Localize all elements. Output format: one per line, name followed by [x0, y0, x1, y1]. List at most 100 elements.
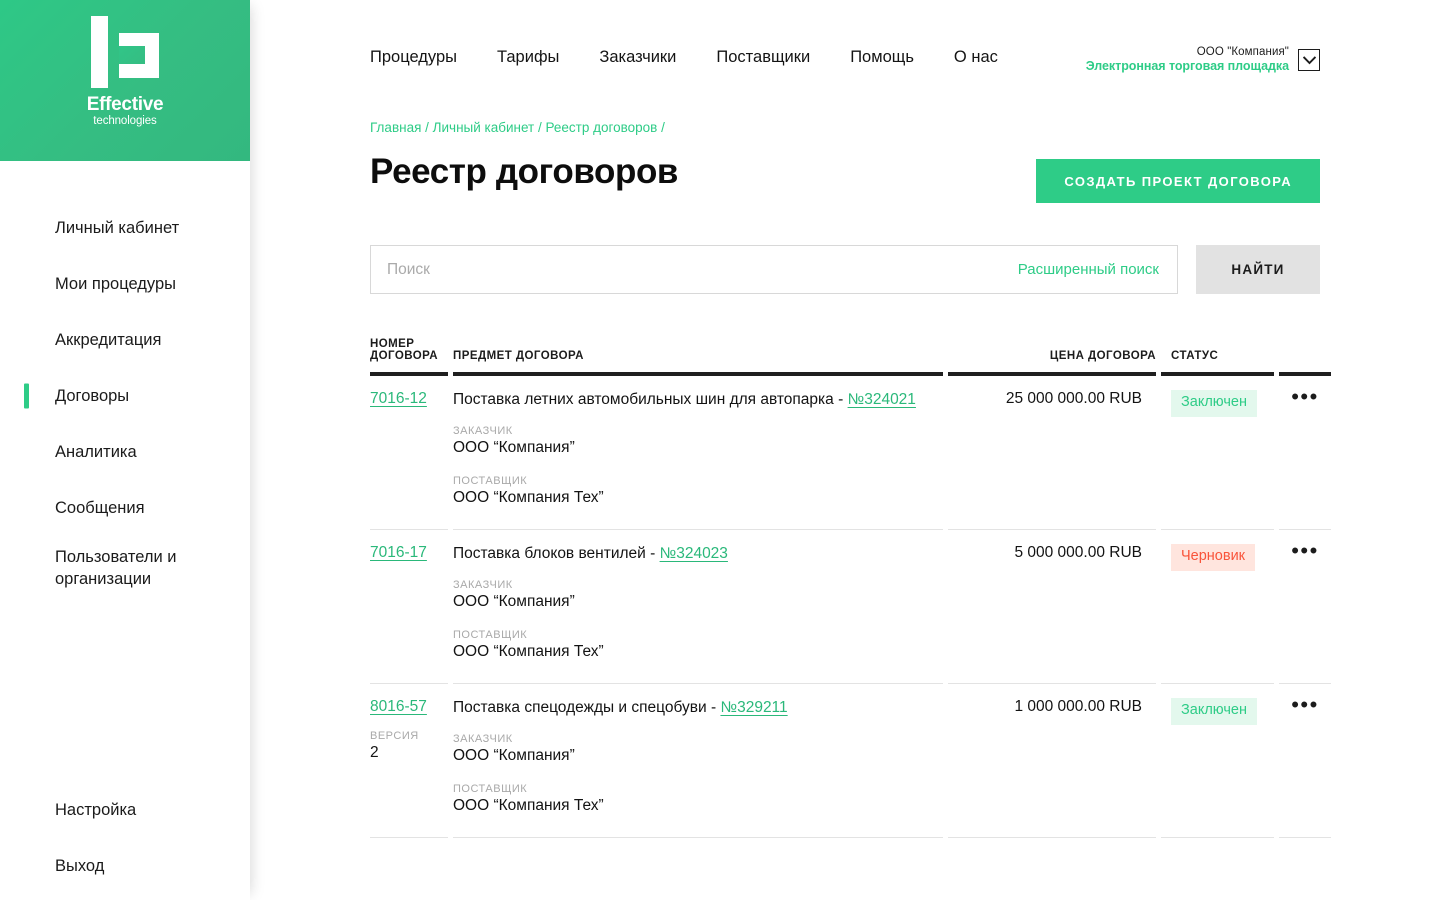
topnav-item-help[interactable]: Помощь [850, 48, 914, 67]
sidebar-item-analytics[interactable]: Аналитика [0, 424, 250, 480]
breadcrumb-separator: / [421, 120, 433, 135]
subject-procedure-link[interactable]: №324023 [660, 545, 728, 562]
value-supplier: ООО “Компания Тех” [453, 488, 604, 506]
column-header-price: ЦЕНА ДОГОВОРА [948, 338, 1156, 376]
contract-number-link[interactable]: 8016-57 [370, 698, 427, 715]
subject-description: Поставка блоков вентилей - [453, 544, 660, 562]
active-marker [24, 383, 29, 409]
cell-price: 25 000 000.00 RUB [948, 374, 1156, 530]
more-options-icon[interactable]: ••• [1291, 386, 1319, 408]
search-input[interactable] [371, 246, 1018, 293]
cell-contract-number: 7016-12 [370, 374, 448, 530]
cell-contract-number: 8016-57 ВЕРСИЯ 2 [370, 683, 448, 838]
effective-technologies-logo-icon [91, 16, 159, 88]
cell-contract-number: 7016-17 [370, 529, 448, 684]
account-company-name: ООО "Компания" [1196, 46, 1289, 58]
more-options-icon[interactable]: ••• [1291, 693, 1319, 715]
sidebar-item-logout[interactable]: Выход [0, 838, 250, 894]
account-text: ООО "Компания" Электронная торговая площ… [1086, 45, 1289, 75]
sidebar-item-label: Аналитика [55, 443, 137, 461]
cell-price: 5 000 000.00 RUB [948, 529, 1156, 684]
subject-procedure-link[interactable]: №329211 [720, 699, 787, 716]
cell-status: Заключен [1161, 683, 1274, 838]
sidebar-bottom-nav: Настройка Выход [0, 782, 250, 900]
column-header-subject: ПРЕДМЕТ ДОГОВОРА [453, 338, 943, 376]
sidebar-item-my-procedures[interactable]: Мои процедуры [0, 256, 250, 312]
sidebar-item-accreditation[interactable]: Аккредитация [0, 312, 250, 368]
cell-actions: ••• [1279, 683, 1331, 838]
subject-text: Поставка блоков вентилей - №324023 [453, 544, 943, 565]
top-navigation: Процедуры Тарифы Заказчики Поставщики По… [370, 48, 998, 67]
subject-text: Поставка спецодежды и спецобуви - №32921… [453, 698, 943, 719]
label-version: ВЕРСИЯ [370, 729, 419, 742]
table-row[interactable]: 7016-12 Поставка летних автомобильных ши… [370, 374, 1331, 530]
top-bar: Процедуры Тарифы Заказчики Поставщики По… [250, 0, 1440, 120]
sidebar-item-label: Аккредитация [55, 331, 162, 349]
advanced-search-link[interactable]: Расширенный поиск [1018, 261, 1177, 278]
active-marker [24, 216, 29, 241]
sidebar-item-label: Сообщения [55, 499, 145, 517]
label-supplier: ПОСТАВЩИК [453, 628, 528, 641]
table-row[interactable]: 7016-17 Поставка блоков вентилей - №3240… [370, 529, 1331, 684]
search-submit-button[interactable]: НАЙТИ [1196, 245, 1320, 294]
contract-number-link[interactable]: 7016-12 [370, 390, 427, 407]
breadcrumb-item-personal-cabinet[interactable]: Личный кабинет [433, 120, 535, 135]
column-header-number-line1: НОМЕР [370, 338, 415, 350]
main-area: Процедуры Тарифы Заказчики Поставщики По… [250, 0, 1440, 900]
value-customer: ООО “Компания” [453, 592, 575, 610]
page-title: Реестр договоров [370, 152, 679, 191]
sidebar-item-personal-cabinet[interactable]: Личный кабинет [0, 200, 250, 256]
active-marker [24, 854, 29, 879]
logo-subtitle: technologies [93, 114, 157, 127]
breadcrumb-separator: / [534, 120, 546, 135]
sidebar-item-contracts[interactable]: Договоры [0, 368, 250, 424]
topnav-item-suppliers[interactable]: Поставщики [716, 48, 810, 67]
topnav-item-tariffs[interactable]: Тарифы [497, 48, 559, 67]
topnav-item-about[interactable]: О нас [954, 48, 998, 67]
more-options-icon[interactable]: ••• [1291, 539, 1319, 561]
label-customer: ЗАКАЗЧИК [453, 732, 513, 745]
breadcrumb-item-home[interactable]: Главная [370, 120, 421, 135]
account-platform-subtitle: Электронная торговая площадка [1085, 59, 1289, 74]
chevron-down-icon[interactable] [1298, 49, 1320, 71]
cell-status: Заключен [1161, 374, 1274, 530]
value-supplier: ООО “Компания Тех” [453, 796, 604, 814]
status-badge: Заключен [1171, 390, 1257, 417]
search-box[interactable]: Расширенный поиск [370, 245, 1178, 294]
breadcrumb-item-contracts-registry[interactable]: Реестр договоров [546, 120, 658, 135]
table-row[interactable]: 8016-57 ВЕРСИЯ 2 Поставка спецодежды и с… [370, 683, 1331, 838]
cell-subject: Поставка летних автомобильных шин для ав… [453, 374, 943, 530]
page-content: Главная / Личный кабинет / Реестр догово… [250, 120, 1440, 838]
status-badge: Черновик [1171, 543, 1256, 571]
label-customer: ЗАКАЗЧИК [453, 578, 513, 591]
account-switcher[interactable]: ООО "Компания" Электронная торговая площ… [1086, 45, 1320, 75]
cell-actions: ••• [1279, 529, 1331, 684]
cell-subject: Поставка блоков вентилей - №324023 ЗАКАЗ… [453, 529, 943, 684]
active-marker [24, 557, 29, 582]
sidebar-item-label: Пользователи и организации [55, 548, 177, 588]
breadcrumb-separator: / [657, 120, 665, 135]
topnav-item-procedures[interactable]: Процедуры [370, 48, 457, 67]
cell-actions: ••• [1279, 374, 1331, 530]
logo-block[interactable]: Effective technologies [0, 0, 250, 161]
sidebar-item-users-and-organizations[interactable]: Пользователи и организации [0, 536, 250, 602]
column-header-status: СТАТУС [1161, 338, 1274, 376]
sidebar-item-label: Мои процедуры [55, 275, 177, 293]
cell-status: Черновик [1161, 529, 1274, 684]
active-marker [24, 798, 29, 823]
sidebar-item-settings[interactable]: Настройка [0, 782, 250, 838]
subject-text: Поставка летних автомобильных шин для ав… [453, 390, 943, 411]
active-marker [24, 496, 29, 521]
sidebar-primary-nav: Личный кабинет Мои процедуры Аккредитаци… [0, 161, 250, 602]
contract-number-link[interactable]: 7016-17 [370, 544, 427, 561]
label-supplier: ПОСТАВЩИК [453, 474, 528, 487]
column-header-contract-number: НОМЕР ДОГОВОРА [370, 338, 448, 376]
subject-procedure-link[interactable]: №324021 [848, 391, 916, 408]
active-marker [24, 272, 29, 297]
sidebar-item-messages[interactable]: Сообщения [0, 480, 250, 536]
topnav-item-customers[interactable]: Заказчики [599, 48, 676, 67]
status-badge: Заключен [1171, 697, 1257, 725]
label-customer: ЗАКАЗЧИК [453, 424, 513, 437]
cell-subject: Поставка спецодежды и спецобуви - №32921… [453, 683, 943, 838]
create-contract-draft-button[interactable]: СОЗДАТЬ ПРОЕКТ ДОГОВОРА [1036, 159, 1320, 203]
